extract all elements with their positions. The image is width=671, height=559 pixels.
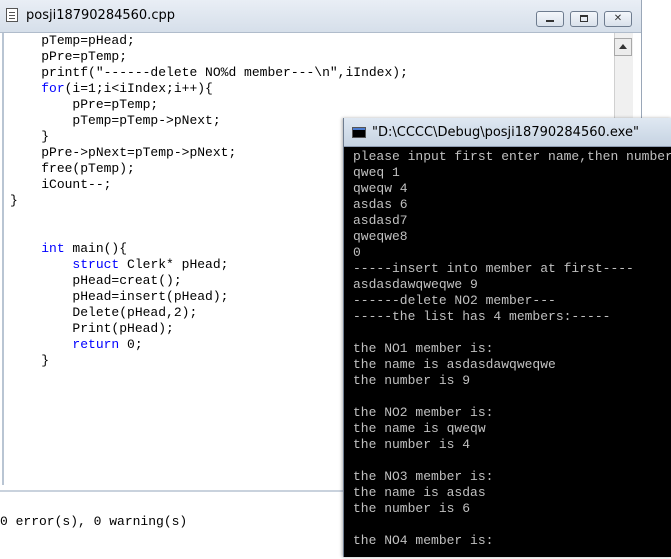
minimize-button[interactable] — [536, 11, 564, 27]
code-keyword: struct — [72, 257, 120, 272]
console-title: "D:\CCCC\Debug\posji18790284560.exe" — [372, 125, 639, 140]
build-result-text: 0 error(s), 0 warning(s) — [0, 514, 188, 529]
code-text: main(){ — [64, 241, 128, 256]
console-app-icon — [352, 127, 366, 138]
code-text: pTemp=pTemp->pNext; — [72, 113, 221, 128]
console-line: ------delete NO2 member--- — [353, 293, 556, 308]
code-line: pTemp=pHead; — [10, 33, 408, 49]
code-keyword: for — [41, 81, 65, 96]
code-text: pPre=pTemp; — [72, 97, 159, 112]
console-line: the name is qweqw — [353, 421, 486, 436]
code-text: Print(pHead); — [72, 321, 174, 336]
code-text: printf("------delete NO%d member---\n",i… — [41, 65, 408, 80]
console-line: qweq 1 — [353, 165, 400, 180]
code-line: pPre=pTemp; — [10, 49, 408, 65]
code-text: 0; — [119, 337, 143, 352]
code-text: iCount--; — [41, 177, 112, 192]
code-text: free(pTemp); — [41, 161, 135, 176]
console-line: the NO4 member is: — [353, 533, 494, 548]
close-button[interactable]: ✕ — [604, 11, 632, 27]
code-text: Clerk* pHead; — [119, 257, 229, 272]
code-text: } — [41, 353, 50, 368]
console-output: please input first enter name,then numbe… — [353, 149, 671, 549]
console-line: asdasd7 — [353, 213, 408, 228]
console-line: 0 — [353, 245, 361, 260]
code-text: } — [10, 193, 18, 208]
console-line: the name is asdasdawqweqwe — [353, 357, 556, 372]
editor-title: posji18790284560.cpp — [26, 8, 175, 23]
code-keyword: int — [41, 241, 65, 256]
code-text: pPre=pTemp; — [41, 49, 128, 64]
console-line: the number is 4 — [353, 437, 471, 452]
code-text: pPre->pNext=pTemp->pNext; — [41, 145, 237, 160]
code-text: pHead=creat(); — [72, 273, 182, 288]
maximize-button[interactable] — [570, 11, 598, 27]
console-line: -----insert into member at first---- — [353, 261, 634, 276]
document-icon — [6, 8, 18, 22]
console-line: the name is asdas — [353, 485, 486, 500]
scroll-up-arrow-icon[interactable] — [614, 38, 632, 56]
console-line: the NO1 member is: — [353, 341, 494, 356]
console-window: "D:\CCCC\Debug\posji18790284560.exe" ple… — [343, 118, 671, 557]
console-line: please input first enter name,then numbe… — [353, 149, 671, 164]
code-text: Delete(pHead,2); — [72, 305, 198, 320]
editor-titlebar[interactable]: posji18790284560.cpp ✕ — [0, 0, 641, 33]
code-keyword: return — [72, 337, 120, 352]
console-line: qweqw 4 — [353, 181, 408, 196]
console-line: asdas 6 — [353, 197, 408, 212]
console-line: the number is 6 — [353, 501, 471, 516]
code-text: (i=1;i<iIndex;i++){ — [64, 81, 213, 96]
console-line: -----the list has 4 members:----- — [353, 309, 611, 324]
console-line: the NO3 member is: — [353, 469, 494, 484]
code-text: } — [41, 129, 50, 144]
code-text: pHead=insert(pHead); — [72, 289, 229, 304]
code-text: pTemp=pHead; — [41, 33, 135, 48]
code-line: printf("------delete NO%d member---\n",i… — [10, 65, 408, 81]
console-line: asdasdawqweqwe 9 — [353, 277, 478, 292]
code-line: for(i=1;i<iIndex;i++){ — [10, 81, 408, 97]
console-titlebar[interactable]: "D:\CCCC\Debug\posji18790284560.exe" — [344, 118, 671, 147]
code-line: pPre=pTemp; — [10, 97, 408, 113]
close-icon: ✕ — [613, 13, 623, 24]
console-line: qweqwe8 — [353, 229, 408, 244]
console-line: the NO2 member is: — [353, 405, 494, 420]
console-line: the number is 9 — [353, 373, 471, 388]
